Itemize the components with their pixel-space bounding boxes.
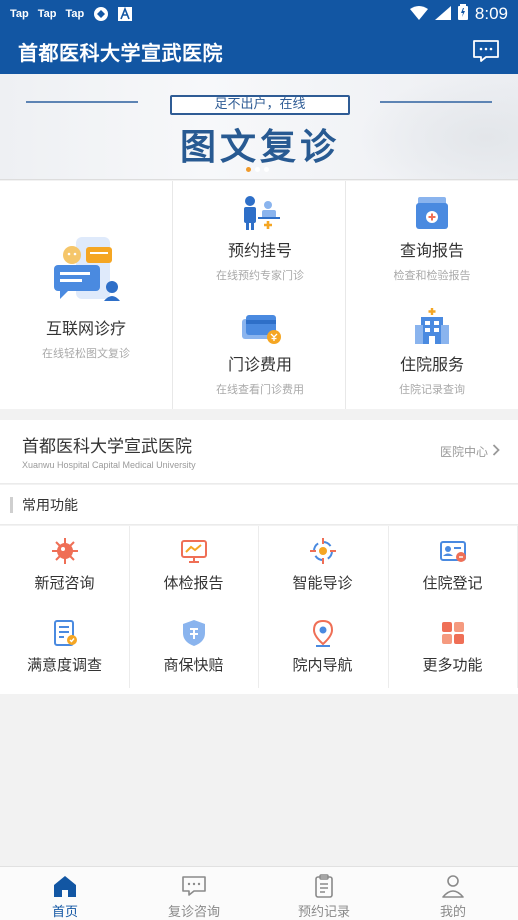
hospital-name: 首都医科大学宣武医院	[22, 437, 192, 457]
service-desc: 在线预约专家门诊	[216, 269, 304, 282]
chat-bubble-icon[interactable]	[472, 39, 500, 63]
banner-divider	[26, 101, 138, 103]
chevron-right-icon	[492, 444, 500, 459]
service-name: 查询报告	[399, 241, 464, 260]
function-label: 智能导诊	[292, 574, 353, 592]
wifi-icon	[409, 5, 428, 24]
service-name: 住院服务	[399, 355, 464, 374]
service-fees[interactable]: 门诊费用 在线查看门诊费用	[174, 295, 346, 409]
status-bar: Tap Tap Tap 8:09	[0, 0, 518, 28]
hospital-row[interactable]: 首都医科大学宣武医院 Xuanwu Hospital Capital Medic…	[0, 420, 518, 484]
nav-profile[interactable]: 我的	[403, 873, 503, 920]
function-covid[interactable]: 新冠咨询	[0, 526, 129, 608]
nav-label: 复诊咨询	[167, 905, 220, 920]
function-more[interactable]: 更多功能	[388, 608, 517, 690]
function-label: 住院登记	[422, 574, 483, 592]
banner-subtitle: 足不出户，在线	[170, 95, 350, 115]
function-insurance[interactable]: 商保快赔	[129, 608, 258, 690]
service-report[interactable]: 查询报告 检查和检验报告	[346, 181, 518, 295]
report-folder-icon	[412, 195, 452, 231]
id-card-icon	[438, 536, 468, 566]
function-label: 新冠咨询	[34, 574, 95, 592]
nav-label: 预约记录	[297, 905, 350, 920]
service-desc: 在线查看门诊费用	[216, 383, 304, 396]
user-icon	[440, 873, 466, 899]
virus-icon	[50, 536, 80, 566]
app-a-icon	[117, 6, 133, 22]
services-panel: 互联网诊疗 在线轻松图文复诊 预约挂号 在线预约专家门诊 查询报告 检查和检验报…	[0, 181, 518, 409]
function-label: 体检报告	[163, 574, 224, 592]
function-smart-guide[interactable]: 智能导诊	[258, 526, 387, 608]
pagination-dot[interactable]	[264, 167, 269, 172]
service-desc: 住院记录查询	[399, 383, 465, 396]
status-app-label: Tap	[65, 8, 85, 20]
hospital-building-icon	[412, 307, 452, 345]
chat-icon	[181, 873, 207, 899]
app-header: 首都医科大学宣武医院	[0, 28, 518, 74]
function-label: 满意度调查	[26, 656, 102, 674]
service-name: 互联网诊疗	[45, 319, 126, 338]
service-name: 门诊费用	[227, 355, 292, 374]
insurance-shield-icon	[179, 618, 209, 648]
function-checkup-report[interactable]: 体检报告	[129, 526, 258, 608]
payment-card-icon	[238, 309, 282, 345]
page-title: 首都医科大学宣武医院	[18, 40, 223, 65]
bottom-nav: 首页 复诊咨询 预约记录 我的	[0, 866, 518, 920]
common-functions-grid: 新冠咨询 体检报告 智能导诊 住院登记 满意度调查 商保快赔 院内导航 更多功能	[0, 526, 518, 694]
service-name: 预约挂号	[227, 241, 292, 260]
hospital-center-link[interactable]: 医院中心	[440, 443, 500, 460]
service-desc: 在线轻松图文复诊	[42, 347, 130, 360]
nav-home[interactable]: 首页	[15, 873, 115, 920]
section-title: 常用功能	[22, 497, 78, 514]
monitor-chart-icon	[179, 536, 209, 566]
grid-more-icon	[438, 618, 468, 648]
function-admission[interactable]: 住院登记	[388, 526, 517, 608]
nav-appointments[interactable]: 预约记录	[274, 873, 374, 920]
function-indoor-navigation[interactable]: 院内导航	[258, 608, 387, 690]
nav-consult[interactable]: 复诊咨询	[144, 873, 244, 920]
divider	[345, 181, 346, 409]
status-app-label: Tap	[37, 8, 57, 20]
sync-icon	[93, 6, 109, 22]
section-bar	[10, 496, 13, 513]
service-internet-clinic[interactable]: 互联网诊疗 在线轻松图文复诊	[0, 181, 173, 409]
battery-icon	[457, 4, 468, 24]
crosshair-icon	[308, 536, 338, 566]
nav-label: 首页	[51, 905, 78, 920]
nav-label: 我的	[439, 905, 466, 920]
signal-icon	[434, 5, 451, 24]
hospital-center-label: 医院中心	[439, 445, 488, 459]
chat-phone-icon	[50, 235, 122, 303]
service-inpatient[interactable]: 住院服务 住院记录查询	[346, 295, 518, 409]
function-label: 院内导航	[292, 656, 353, 674]
function-label: 商保快赔	[163, 656, 224, 674]
clipboard-icon	[311, 873, 337, 899]
doctor-appointment-icon	[238, 195, 282, 231]
hospital-name-en: Xuanwu Hospital Capital Medical Universi…	[22, 460, 196, 470]
common-functions-header: 常用功能	[0, 485, 518, 525]
map-pin-icon	[308, 618, 338, 648]
service-desc: 检查和检验报告	[393, 269, 471, 282]
banner-pagination	[246, 167, 269, 172]
service-appointment[interactable]: 预约挂号 在线预约专家门诊	[174, 181, 346, 295]
banner-divider	[380, 101, 492, 103]
function-label: 更多功能	[422, 656, 483, 674]
banner-background	[358, 74, 518, 179]
home-icon	[52, 873, 78, 899]
survey-icon	[50, 618, 80, 648]
promo-banner[interactable]: 足不出户，在线 图文复诊	[0, 74, 518, 180]
pagination-dot[interactable]	[255, 167, 260, 172]
status-time: 8:09	[474, 4, 508, 23]
function-survey[interactable]: 满意度调查	[0, 608, 129, 690]
status-app-label: Tap	[10, 8, 29, 20]
banner-headline: 图文复诊	[179, 127, 340, 168]
pagination-dot[interactable]	[246, 167, 251, 172]
